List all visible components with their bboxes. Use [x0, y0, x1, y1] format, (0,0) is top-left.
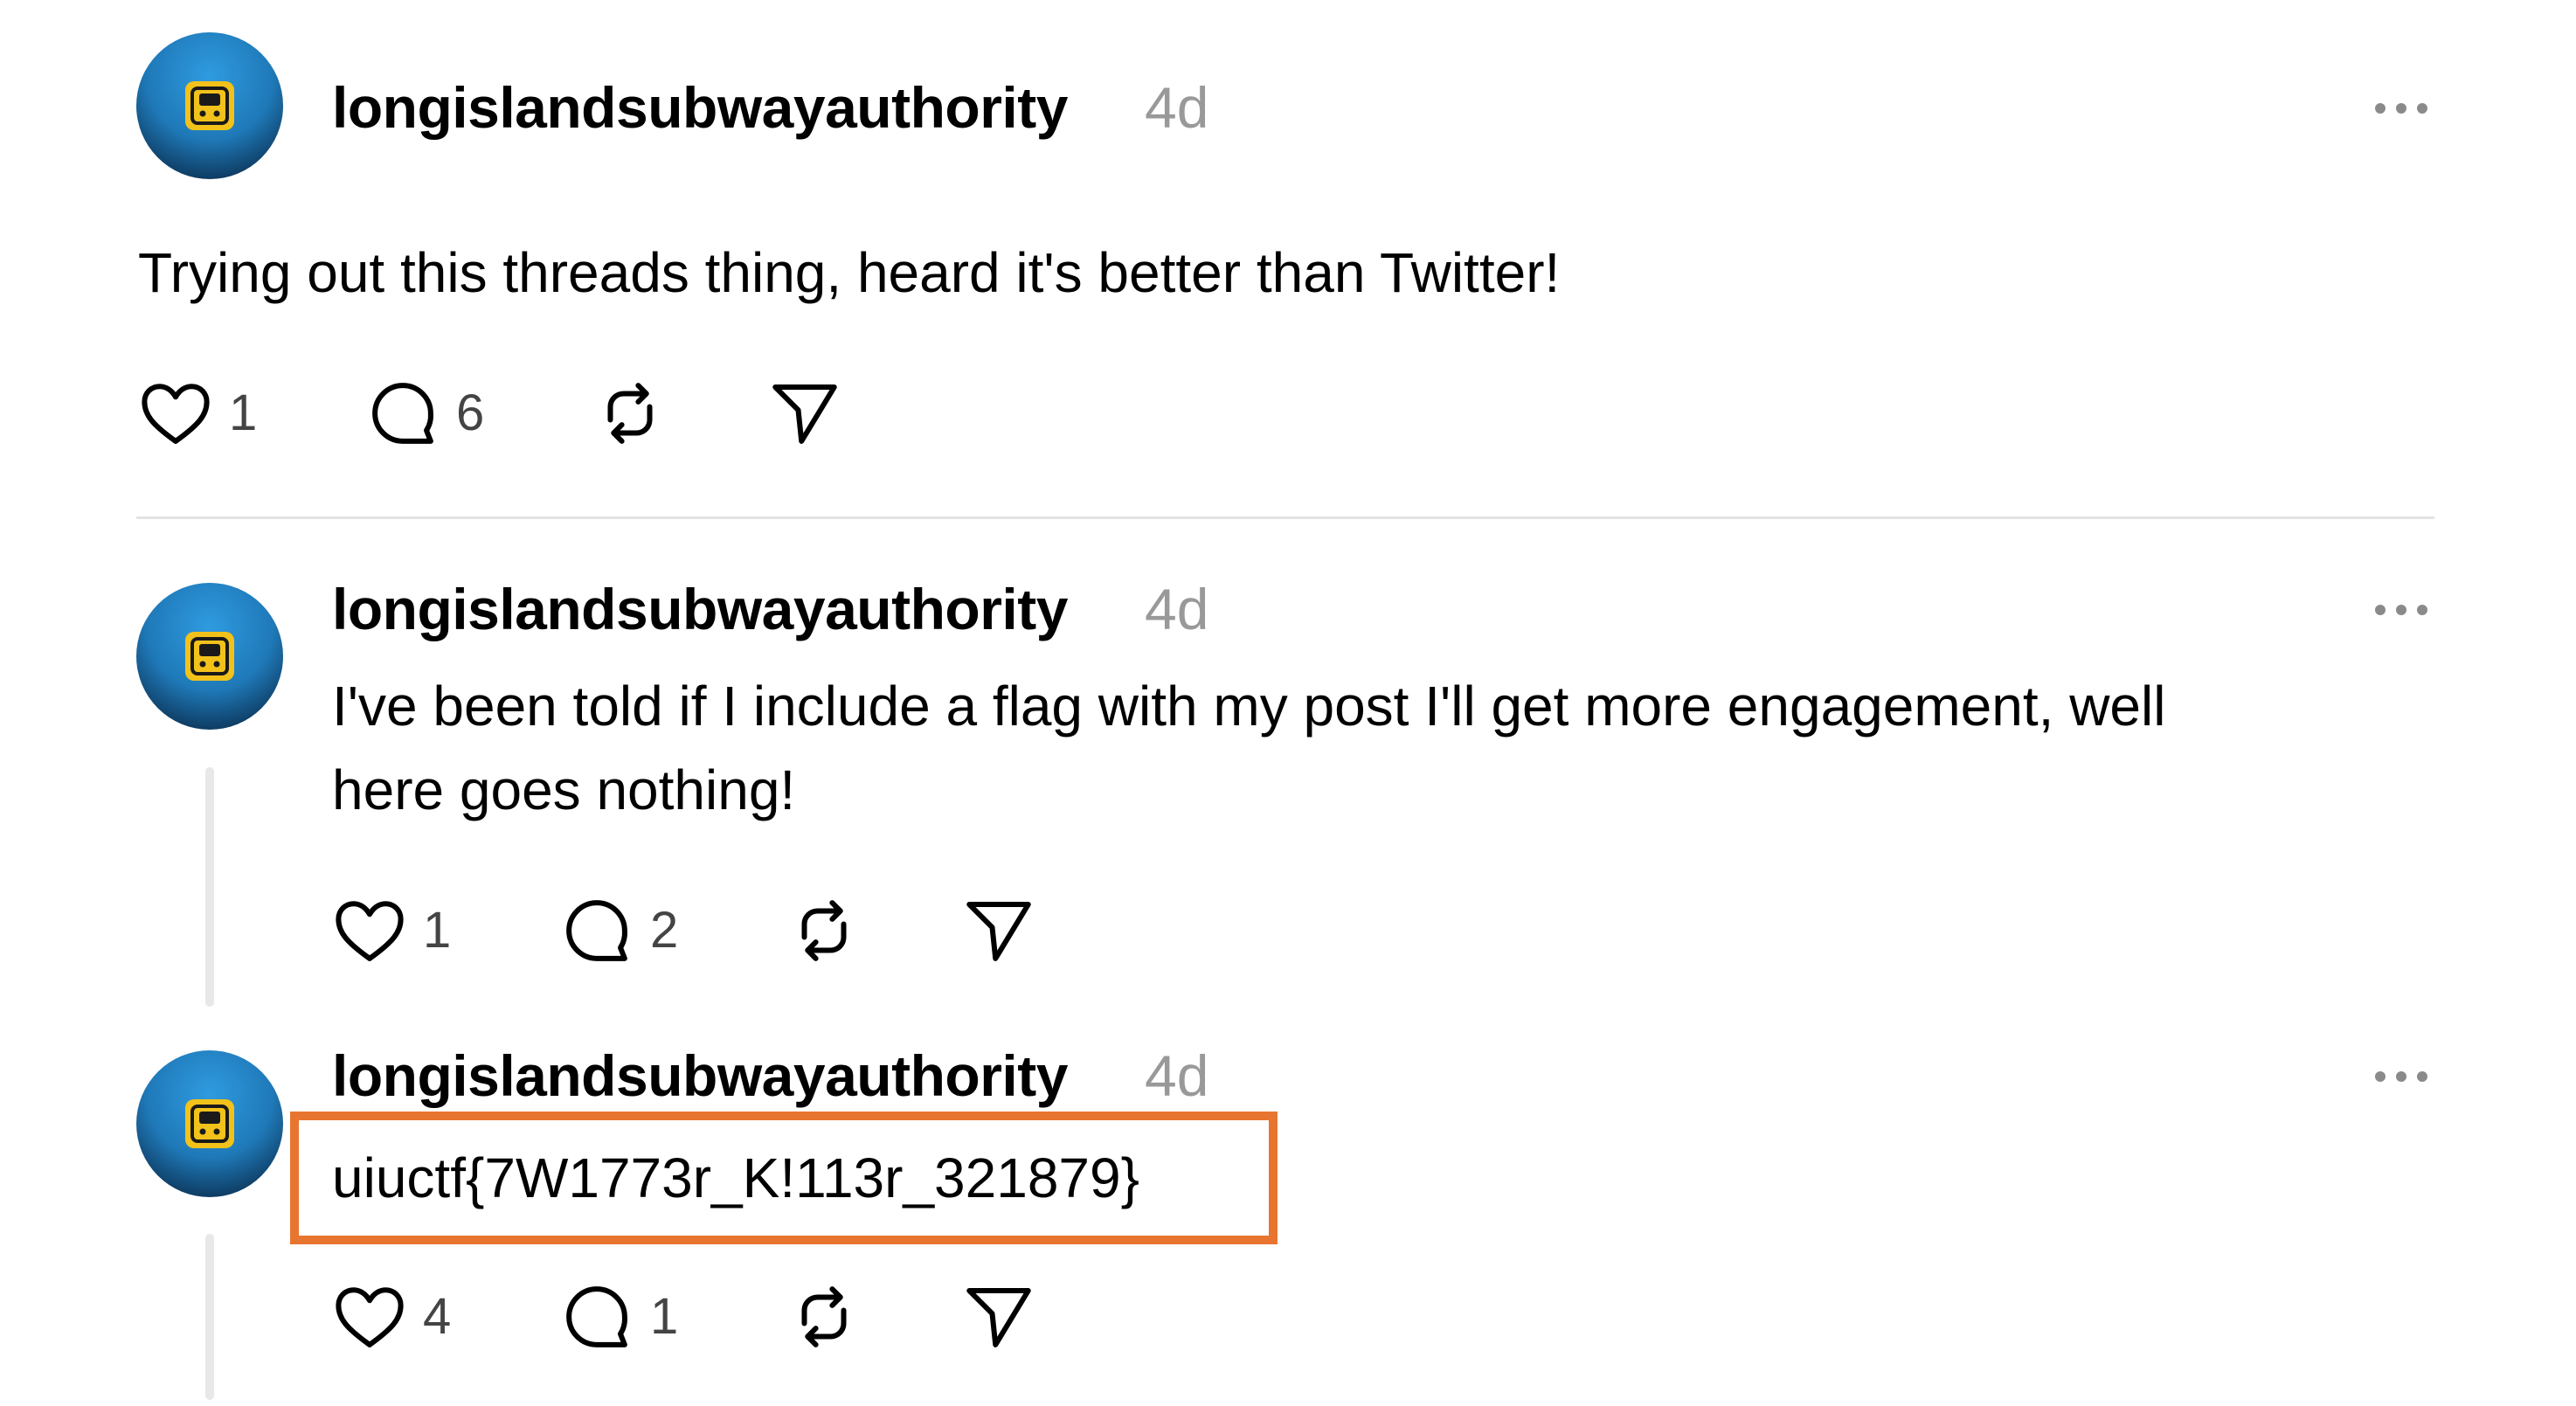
post-text-line: here goes nothing!: [332, 758, 796, 821]
repost-button[interactable]: [785, 1278, 863, 1356]
subway-logo-icon: [185, 81, 234, 130]
repost-icon: [801, 1286, 847, 1347]
like-button[interactable]: 1: [330, 891, 451, 970]
highlight-box: [290, 1112, 1278, 1244]
repost-button[interactable]: [785, 891, 863, 970]
avatar[interactable]: [136, 583, 283, 730]
send-icon: [966, 902, 1031, 961]
reply-button[interactable]: 1: [557, 1278, 678, 1356]
more-options-icon[interactable]: [2375, 601, 2427, 619]
heart-icon: [336, 1287, 404, 1347]
comment-icon: [566, 1286, 627, 1347]
reply-button[interactable]: 6: [364, 374, 484, 453]
username[interactable]: longislandsubwayauthority: [332, 79, 1068, 136]
share-button[interactable]: [765, 374, 844, 453]
post-text-line: Trying out this threads thing, heard it'…: [138, 241, 1561, 304]
subway-logo-icon: [185, 1099, 234, 1148]
like-count: 4: [423, 1288, 452, 1345]
share-button[interactable]: [959, 1278, 1038, 1356]
reply-count: 1: [650, 1288, 679, 1345]
post-text: I've been told if I include a flag with …: [332, 664, 2165, 832]
send-icon: [966, 1288, 1031, 1347]
avatar[interactable]: [136, 1050, 283, 1197]
like-button[interactable]: 1: [136, 374, 257, 453]
thread-connector-line: [205, 767, 214, 1007]
comment-icon: [372, 383, 433, 444]
repost-icon: [607, 383, 653, 444]
heart-icon: [142, 384, 210, 444]
reply-count: 2: [650, 902, 679, 959]
username[interactable]: longislandsubwayauthority: [332, 580, 1068, 638]
heart-icon: [336, 901, 404, 961]
repost-button[interactable]: [591, 374, 669, 453]
more-options-icon[interactable]: [2375, 100, 2427, 117]
subway-logo-icon: [185, 632, 234, 681]
like-count: 1: [423, 902, 452, 959]
like-button[interactable]: 4: [330, 1278, 451, 1356]
more-options-icon[interactable]: [2375, 1068, 2427, 1085]
repost-icon: [801, 900, 847, 961]
post-divider: [136, 516, 2434, 519]
send-icon: [772, 384, 837, 444]
post-timestamp: 4d: [1145, 577, 1209, 641]
avatar[interactable]: [136, 32, 283, 179]
post-text-line: I've been told if I include a flag with …: [332, 675, 2166, 738]
thread-connector-line: [205, 1234, 214, 1400]
post-timestamp: 4d: [1145, 75, 1209, 140]
share-button[interactable]: [959, 891, 1038, 970]
username[interactable]: longislandsubwayauthority: [332, 1047, 1068, 1105]
post-text: Trying out this threads thing, heard it'…: [138, 231, 1560, 315]
like-count: 1: [229, 384, 258, 441]
post-timestamp: 4d: [1145, 1043, 1209, 1108]
reply-count: 6: [456, 384, 485, 441]
comment-icon: [566, 900, 627, 961]
reply-button[interactable]: 2: [557, 891, 678, 970]
